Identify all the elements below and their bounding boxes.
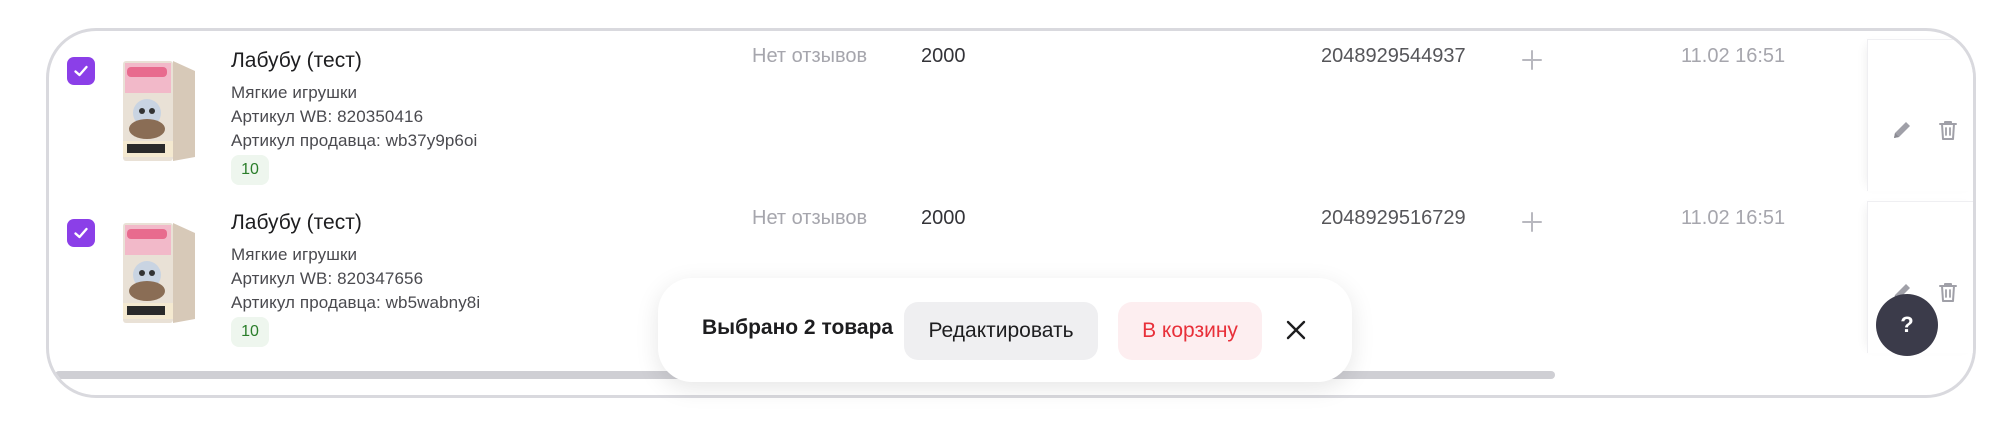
product-price: 2000 bbox=[921, 45, 966, 67]
product-title[interactable]: Лабубу (тест) bbox=[231, 49, 362, 73]
help-button[interactable]: ? bbox=[1876, 294, 1938, 356]
product-thumbnail[interactable] bbox=[115, 215, 203, 329]
product-category: Мягкие игрушки bbox=[231, 83, 358, 102]
stock-badge: 10 bbox=[231, 155, 269, 185]
product-category: Мягкие игрушки bbox=[231, 245, 358, 264]
product-date: 11.02 16:51 bbox=[1681, 45, 1786, 67]
stock-badge: 10 bbox=[231, 317, 269, 347]
edit-selected-button[interactable]: Редактировать bbox=[904, 302, 1098, 360]
product-barcode: 2048929544937 bbox=[1321, 45, 1466, 67]
plus-icon[interactable] bbox=[1519, 47, 1545, 73]
product-date: 11.02 16:51 bbox=[1681, 207, 1786, 229]
product-article-wb: Артикул WB: 820347656 bbox=[231, 269, 424, 288]
product-barcode: 2048929516729 bbox=[1321, 207, 1466, 229]
check-icon bbox=[74, 227, 88, 239]
product-price: 2000 bbox=[921, 207, 966, 229]
row-checkbox[interactable] bbox=[67, 219, 95, 247]
close-icon[interactable] bbox=[1284, 318, 1308, 342]
trash-icon[interactable] bbox=[1936, 118, 1960, 142]
check-icon bbox=[74, 65, 88, 77]
pencil-icon[interactable] bbox=[1890, 118, 1914, 142]
table-row[interactable]: Лабубу (тест) Мягкие игрушки Артикул WB:… bbox=[49, 31, 1973, 193]
reviews-status: Нет отзывов bbox=[752, 207, 868, 229]
product-seller-article: Артикул продавца: wb5wabny8i bbox=[231, 293, 481, 312]
product-thumbnail[interactable] bbox=[115, 53, 203, 167]
product-article-wb: Артикул WB: 820350416 bbox=[231, 107, 424, 126]
trash-icon[interactable] bbox=[1936, 280, 1960, 304]
row-checkbox[interactable] bbox=[67, 57, 95, 85]
selection-bar: Выбрано 2 товара Редактировать В корзину bbox=[658, 278, 1352, 382]
move-to-cart-button[interactable]: В корзину bbox=[1118, 302, 1262, 360]
product-seller-article: Артикул продавца: wb37y9p6oi bbox=[231, 131, 478, 150]
row-actions bbox=[1867, 39, 1973, 191]
reviews-status: Нет отзывов bbox=[752, 45, 868, 67]
plus-icon[interactable] bbox=[1519, 209, 1545, 235]
selection-count: Выбрано 2 товара bbox=[702, 316, 894, 339]
product-title[interactable]: Лабубу (тест) bbox=[231, 211, 362, 235]
